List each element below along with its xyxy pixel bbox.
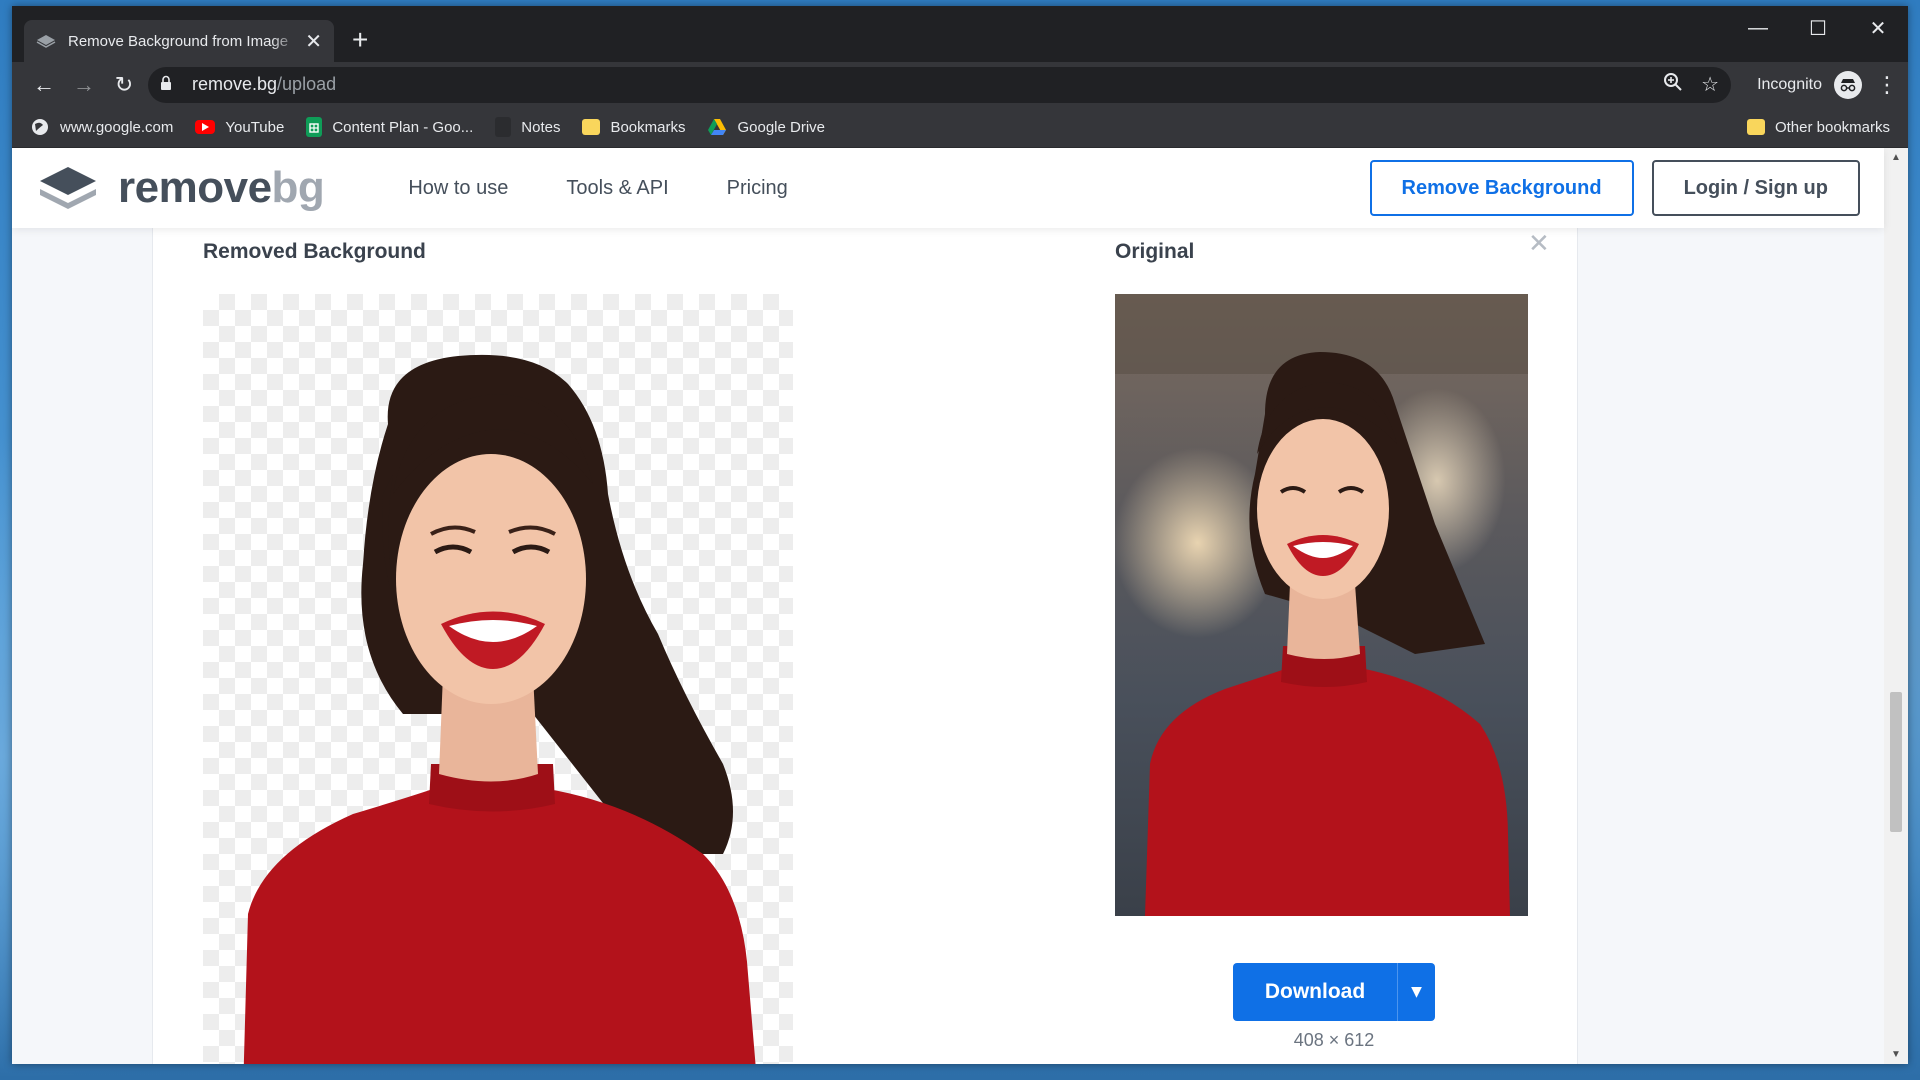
image-dimensions: 408 × 612 bbox=[1293, 1030, 1375, 1050]
close-window-icon[interactable]: ✕ bbox=[1848, 6, 1908, 50]
original-person-image bbox=[1115, 294, 1528, 916]
bookmark-youtube[interactable]: YouTube bbox=[195, 119, 284, 136]
other-bookmarks-label: Other bookmarks bbox=[1774, 118, 1890, 136]
globe-icon bbox=[30, 118, 50, 136]
removebg-logo-icon bbox=[40, 167, 96, 209]
bookmark-folder-bookmarks[interactable]: Bookmarks bbox=[582, 119, 685, 136]
download-options-chevron-down-icon[interactable]: ▼ bbox=[1397, 963, 1435, 1021]
bookmark-google-drive[interactable]: Google Drive bbox=[707, 118, 825, 136]
scroll-thumb[interactable] bbox=[1890, 692, 1902, 832]
nav-tools-api[interactable]: Tools & API bbox=[566, 177, 668, 200]
zoom-icon[interactable] bbox=[1663, 72, 1683, 98]
bookmark-content-plan[interactable]: Content Plan - Goo... bbox=[306, 117, 473, 137]
new-tab-button[interactable]: + bbox=[352, 26, 368, 54]
removebg-favicon-icon bbox=[36, 33, 58, 49]
bookmark-notes[interactable]: Notes bbox=[495, 117, 560, 137]
star-icon[interactable]: ☆ bbox=[1701, 72, 1719, 97]
browser-toolbar: ← → ↻ remove.bg/upload ☆ Incognito ⋮ bbox=[12, 62, 1908, 107]
site-header: removebg How to use Tools & API Pricing … bbox=[12, 148, 1884, 228]
tab-title: Remove Background from Image bbox=[68, 32, 289, 50]
scroll-up-icon[interactable]: ▲ bbox=[1884, 152, 1908, 163]
bookmark-label: Notes bbox=[521, 118, 561, 136]
minimize-icon[interactable]: — bbox=[1728, 6, 1788, 50]
logo-wordmark: removebg bbox=[118, 163, 325, 213]
download-button[interactable]: Download bbox=[1233, 963, 1397, 1021]
nav-how-to-use[interactable]: How to use bbox=[408, 177, 508, 200]
bookmark-label: Google Drive bbox=[737, 118, 826, 136]
incognito-indicator[interactable]: Incognito bbox=[1757, 70, 1862, 99]
web-page: Removed Background Original ✕ Download ▼… bbox=[12, 148, 1908, 1064]
nav-pricing[interactable]: Pricing bbox=[727, 177, 788, 200]
maximize-icon[interactable]: ☐ bbox=[1788, 6, 1848, 50]
incognito-label: Incognito bbox=[1757, 75, 1822, 93]
download-group: Download ▼ bbox=[1233, 963, 1435, 1021]
original-image bbox=[1115, 294, 1528, 916]
url-host: remove.bg bbox=[192, 74, 278, 94]
removed-background-image bbox=[203, 294, 793, 1064]
login-signup-button[interactable]: Login / Sign up bbox=[1651, 160, 1860, 216]
scroll-down-icon[interactable]: ▼ bbox=[1884, 1049, 1908, 1060]
removed-background-title: Removed Background bbox=[203, 240, 426, 263]
bookmark-google[interactable]: www.google.com bbox=[30, 118, 173, 136]
page-scrollbar[interactable]: ▲ ▼ bbox=[1884, 148, 1908, 1064]
close-result-icon[interactable]: ✕ bbox=[1528, 228, 1550, 259]
bookmark-label: YouTube bbox=[225, 118, 285, 136]
browser-window: Remove Background from Image ✕ + — ☐ ✕ ←… bbox=[12, 6, 1908, 1064]
browser-menu-icon[interactable]: ⋮ bbox=[1876, 72, 1898, 98]
bookmark-other[interactable]: Other bookmarks bbox=[1746, 118, 1890, 136]
bookmark-label: Bookmarks bbox=[610, 118, 686, 136]
incognito-icon bbox=[1834, 70, 1862, 99]
title-bar: Remove Background from Image ✕ + — ☐ ✕ bbox=[12, 6, 1908, 62]
cutout-person-image bbox=[243, 354, 756, 1064]
address-bar[interactable]: remove.bg/upload ☆ bbox=[148, 66, 1732, 103]
back-arrow-icon[interactable]: ← bbox=[24, 67, 64, 103]
lock-icon bbox=[160, 75, 182, 94]
original-title: Original bbox=[1115, 240, 1195, 263]
folder-icon bbox=[582, 119, 601, 135]
url-path: /upload bbox=[277, 74, 337, 94]
browser-tab[interactable]: Remove Background from Image ✕ bbox=[24, 20, 334, 62]
reload-icon[interactable]: ↻ bbox=[104, 67, 144, 103]
window-controls: — ☐ ✕ bbox=[1728, 6, 1908, 50]
bookmarks-bar: www.google.com YouTube Content Plan - Go… bbox=[12, 107, 1908, 148]
folder-icon bbox=[1746, 119, 1765, 135]
site-nav: How to use Tools & API Pricing bbox=[408, 177, 845, 200]
bookmark-label: www.google.com bbox=[60, 118, 174, 136]
youtube-icon bbox=[195, 120, 216, 134]
drive-icon bbox=[707, 118, 727, 136]
remove-background-button[interactable]: Remove Background bbox=[1369, 160, 1634, 216]
logo-remove-text: remove bbox=[118, 163, 272, 212]
forward-arrow-icon[interactable]: → bbox=[64, 67, 104, 103]
logo-bg-text: bg bbox=[271, 163, 325, 212]
tab-close-icon[interactable]: ✕ bbox=[305, 29, 322, 54]
bookmark-label: Content Plan - Goo... bbox=[332, 118, 474, 136]
removebg-logo[interactable]: removebg bbox=[36, 163, 325, 213]
sheets-icon bbox=[306, 117, 323, 137]
result-card: Removed Background Original ✕ Download ▼… bbox=[152, 148, 1578, 1064]
notes-icon bbox=[495, 117, 512, 137]
